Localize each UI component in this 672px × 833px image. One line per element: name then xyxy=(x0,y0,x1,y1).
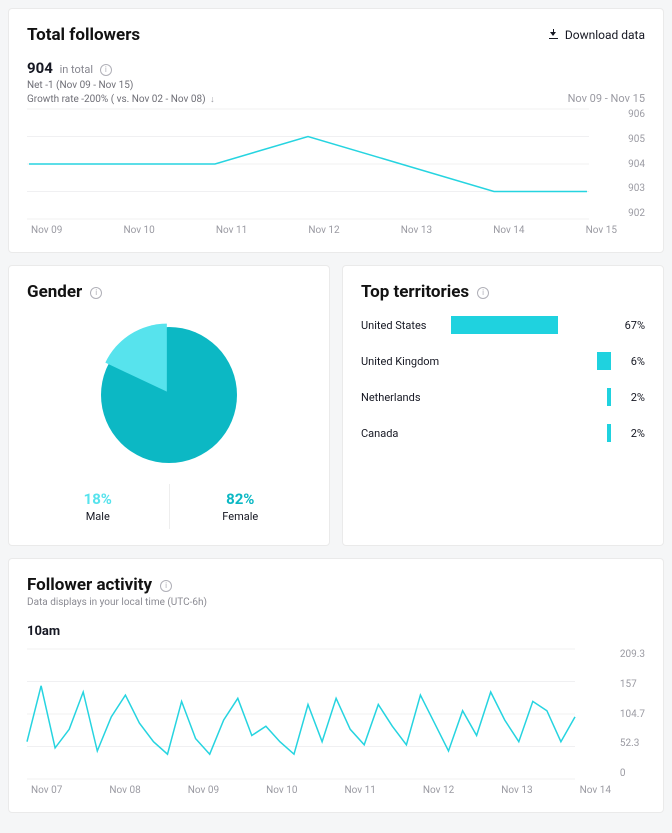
territory-name: United Kingdom xyxy=(361,355,451,368)
territory-pct: 67% xyxy=(611,319,645,332)
territory-row: United Kingdom 6% xyxy=(361,352,645,370)
followers-total-value: 904 xyxy=(27,59,53,77)
territory-name: Canada xyxy=(361,427,451,440)
territory-bar xyxy=(451,316,558,334)
territory-row: United States 67% xyxy=(361,316,645,334)
activity-subtitle: Data displays in your local time (UTC-6h… xyxy=(27,597,645,608)
territory-pct: 6% xyxy=(611,355,645,368)
download-label: Download data xyxy=(565,28,645,42)
gender-male-pct: 18% xyxy=(27,490,169,508)
followers-date-range: Nov 09 - Nov 15 xyxy=(568,92,645,105)
gender-male-label: Male xyxy=(27,510,169,523)
followers-total-label: in total xyxy=(60,63,94,76)
info-icon[interactable]: i xyxy=(160,580,172,592)
info-icon[interactable]: i xyxy=(90,287,102,299)
territories-list: United States 67% United Kingdom 6% Netherla… xyxy=(361,316,645,442)
territory-pct: 2% xyxy=(611,391,645,404)
territories-card: Top territories i United States67%United… xyxy=(342,265,664,546)
followers-title: Total followers xyxy=(27,25,140,45)
territory-row: Netherlands 2% xyxy=(361,388,645,406)
territory-name: Netherlands xyxy=(361,391,451,404)
info-icon[interactable]: i xyxy=(477,287,489,299)
gender-female-label: Female xyxy=(170,510,312,523)
info-icon[interactable]: i xyxy=(100,64,112,76)
followers-growth-label: Growth rate -200% ( vs. Nov 02 - Nov 08) xyxy=(27,94,206,105)
gender-title: Gender xyxy=(27,282,82,302)
territory-bar xyxy=(607,388,611,406)
territories-title: Top territories xyxy=(361,282,469,302)
activity-card: Follower activity i Data displays in you… xyxy=(8,558,664,813)
gender-female-pct: 82% xyxy=(170,490,312,508)
territory-bar xyxy=(597,352,611,370)
download-icon xyxy=(549,29,558,39)
down-arrow-icon: ↓ xyxy=(210,95,215,105)
followers-card: Total followers Download data 904 in tot… xyxy=(8,8,664,253)
activity-title: Follower activity xyxy=(27,575,152,595)
followers-net-label: Net -1 (Nov 09 - Nov 15) xyxy=(27,80,215,91)
gender-card: Gender i 18% Male 82% Female xyxy=(8,265,330,546)
territory-pct: 2% xyxy=(611,427,645,440)
download-data-link[interactable]: Download data xyxy=(549,28,645,42)
followers-chart: 906905904903902 xyxy=(27,109,645,219)
territory-name: United States xyxy=(361,319,451,332)
gender-pie-chart xyxy=(94,320,244,474)
activity-hour: 10am xyxy=(27,624,645,639)
territory-bar xyxy=(607,424,611,442)
activity-chart: 209.3157104.752.30 xyxy=(27,649,645,779)
territory-row: Canada 2% xyxy=(361,424,645,442)
